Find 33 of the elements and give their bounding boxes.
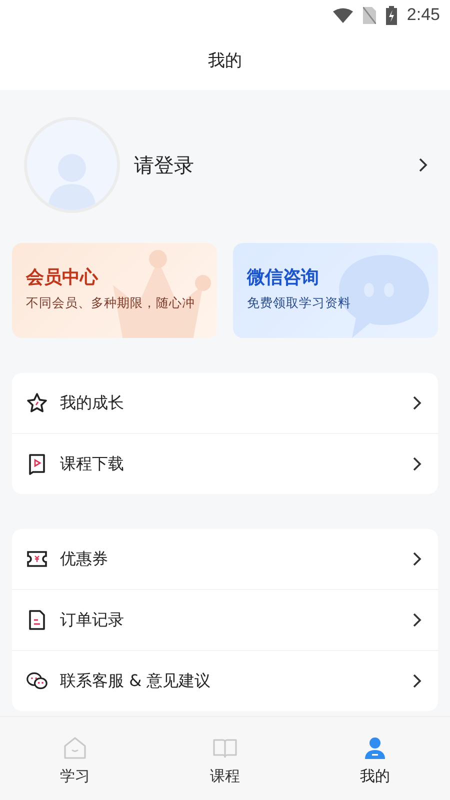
person-icon xyxy=(362,735,388,761)
tab[interactable]: 课程 xyxy=(150,717,300,800)
promo-card[interactable]: 微信咨询 免费领取学习资料 xyxy=(233,243,438,338)
card-title: 会员中心 xyxy=(26,266,100,289)
card-subtitle: 不同会员、多种期限，随心冲 xyxy=(26,295,196,312)
promo-card[interactable]: 会员中心 不同会员、多种期限，随心冲 xyxy=(12,243,217,338)
chevron-right-icon xyxy=(418,157,428,173)
tab[interactable]: 我的 xyxy=(300,717,450,800)
chat-bubbles-icon xyxy=(26,670,48,692)
menu-item[interactable]: 优惠券 xyxy=(12,529,438,589)
chevron-right-icon xyxy=(412,395,422,411)
chevron-right-icon xyxy=(412,456,422,472)
no-sim-icon xyxy=(362,6,376,24)
document-icon xyxy=(26,609,48,631)
tab[interactable]: 学习 xyxy=(0,717,150,800)
menu-item[interactable]: 我的成长 xyxy=(12,373,438,433)
house-icon xyxy=(62,735,88,761)
chevron-right-icon xyxy=(412,551,422,567)
chevron-right-icon xyxy=(412,673,422,689)
menu-item[interactable]: 联系客服 & 意见建议 xyxy=(12,650,438,711)
star-icon xyxy=(26,392,48,414)
ticket-icon xyxy=(26,548,48,570)
document-play-icon xyxy=(26,453,48,475)
battery-charging-icon xyxy=(386,6,397,24)
page-title: 我的 xyxy=(0,30,450,90)
card-title: 微信咨询 xyxy=(247,266,320,289)
status-time: 2:45 xyxy=(406,5,440,25)
card-subtitle: 免费领取学习资料 xyxy=(247,295,352,312)
menu-item[interactable]: 订单记录 xyxy=(12,589,438,650)
chevron-right-icon xyxy=(412,612,422,628)
wifi-icon xyxy=(332,8,353,22)
menu-item[interactable]: 课程下载 xyxy=(12,433,438,494)
login-link[interactable]: 请登录 xyxy=(134,152,418,178)
